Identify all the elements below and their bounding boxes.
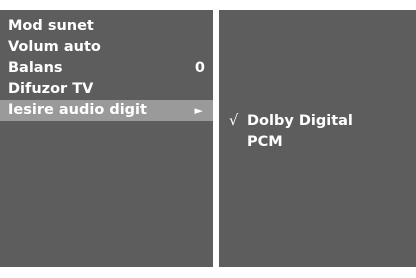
menu-item-difuzor-tv[interactable]: Difuzor TV [0, 79, 213, 100]
menu-item-iesire-audio-digit[interactable]: Iesire audio digit ► [0, 100, 213, 121]
tv-osd-screen: Mod sunet Volum auto Balans 0 Difuzor TV… [0, 0, 416, 278]
audio-menu-list: Mod sunet Volum auto Balans 0 Difuzor TV… [0, 16, 213, 121]
triangle-right-icon: ► [194, 104, 203, 117]
balans-value: 0 [194, 60, 205, 76]
option-label: PCM [247, 134, 283, 150]
menu-item-label: Difuzor TV [8, 81, 94, 97]
option-label: Dolby Digital [247, 113, 353, 129]
menu-item-volum-auto[interactable]: Volum auto [0, 37, 213, 58]
menu-item-label: Mod sunet [8, 18, 94, 34]
checkmark-icon: √ [229, 113, 239, 129]
menu-item-balans[interactable]: Balans 0 [0, 58, 213, 79]
menu-item-label: Iesire audio digit [8, 102, 147, 118]
menu-item-label: Volum auto [8, 39, 101, 55]
menu-item-mod-sunet[interactable]: Mod sunet [0, 16, 213, 37]
menu-item-label: Balans [8, 60, 63, 76]
